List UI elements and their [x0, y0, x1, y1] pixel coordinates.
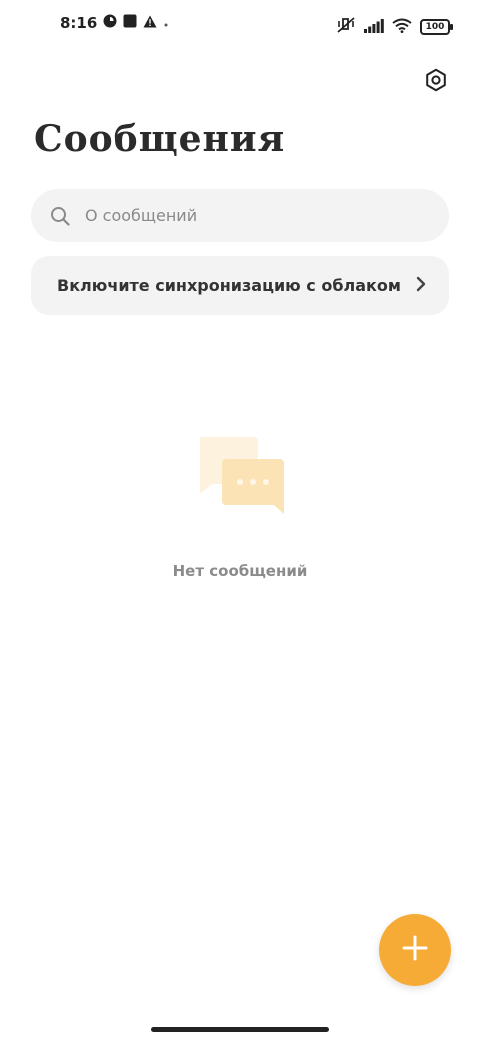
chevron-right-icon	[415, 276, 427, 296]
mute-vibrate-icon	[336, 16, 356, 38]
status-bar: 8:16 100	[0, 14, 480, 42]
search-input[interactable]	[83, 205, 417, 226]
new-message-button[interactable]	[379, 914, 451, 986]
settings-button[interactable]	[420, 66, 452, 98]
notification-icon	[103, 14, 117, 32]
status-time: 8:16	[60, 14, 98, 32]
more-notifications-icon	[163, 14, 169, 32]
empty-messages-illustration	[194, 434, 288, 518]
home-indicator[interactable]	[151, 1027, 329, 1032]
status-bar-left: 8:16	[60, 14, 169, 32]
plus-icon	[401, 934, 429, 966]
status-bar-right: 100	[336, 16, 453, 38]
sync-banner-label: Включите синхронизацию с облаком	[57, 276, 401, 295]
empty-state-text: Нет сообщений	[172, 562, 308, 580]
warning-icon	[143, 14, 157, 32]
app-notification-icon	[123, 14, 137, 32]
wifi-icon	[392, 18, 412, 37]
signal-icon	[364, 18, 384, 37]
search-bar[interactable]	[31, 189, 449, 242]
sync-banner[interactable]: Включите синхронизацию с облаком	[31, 256, 449, 315]
battery-icon: 100	[420, 19, 453, 35]
search-icon	[49, 205, 71, 227]
page-title: Сообщения	[34, 118, 286, 160]
settings-icon	[424, 68, 448, 96]
